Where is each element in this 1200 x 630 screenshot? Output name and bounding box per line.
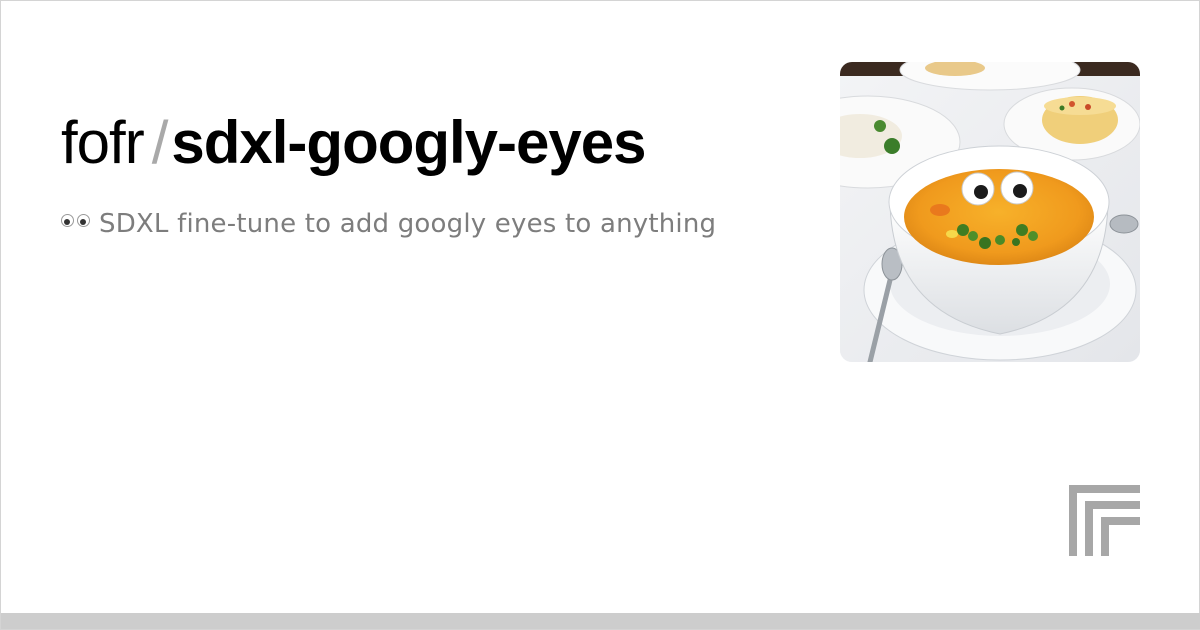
model-name[interactable]: sdxl-googly-eyes <box>171 109 646 176</box>
description-text: SDXL fine-tune to add googly eyes to any… <box>99 209 717 239</box>
owner-name[interactable]: fofr <box>61 109 145 176</box>
soup-bowl-image <box>840 62 1140 362</box>
bottom-bar <box>1 613 1200 629</box>
model-description: SDXL fine-tune to add googly eyes to any… <box>61 207 716 241</box>
cover-image[interactable] <box>840 62 1140 362</box>
title-separator: / <box>151 109 169 176</box>
eyes-emoji-icon <box>61 214 91 228</box>
replicate-logo-icon[interactable] <box>1069 485 1140 556</box>
og-card: fofr/sdxl-googly-eyes SDXL fine-tune to … <box>0 0 1200 630</box>
page-title: fofr/sdxl-googly-eyes <box>61 105 647 181</box>
